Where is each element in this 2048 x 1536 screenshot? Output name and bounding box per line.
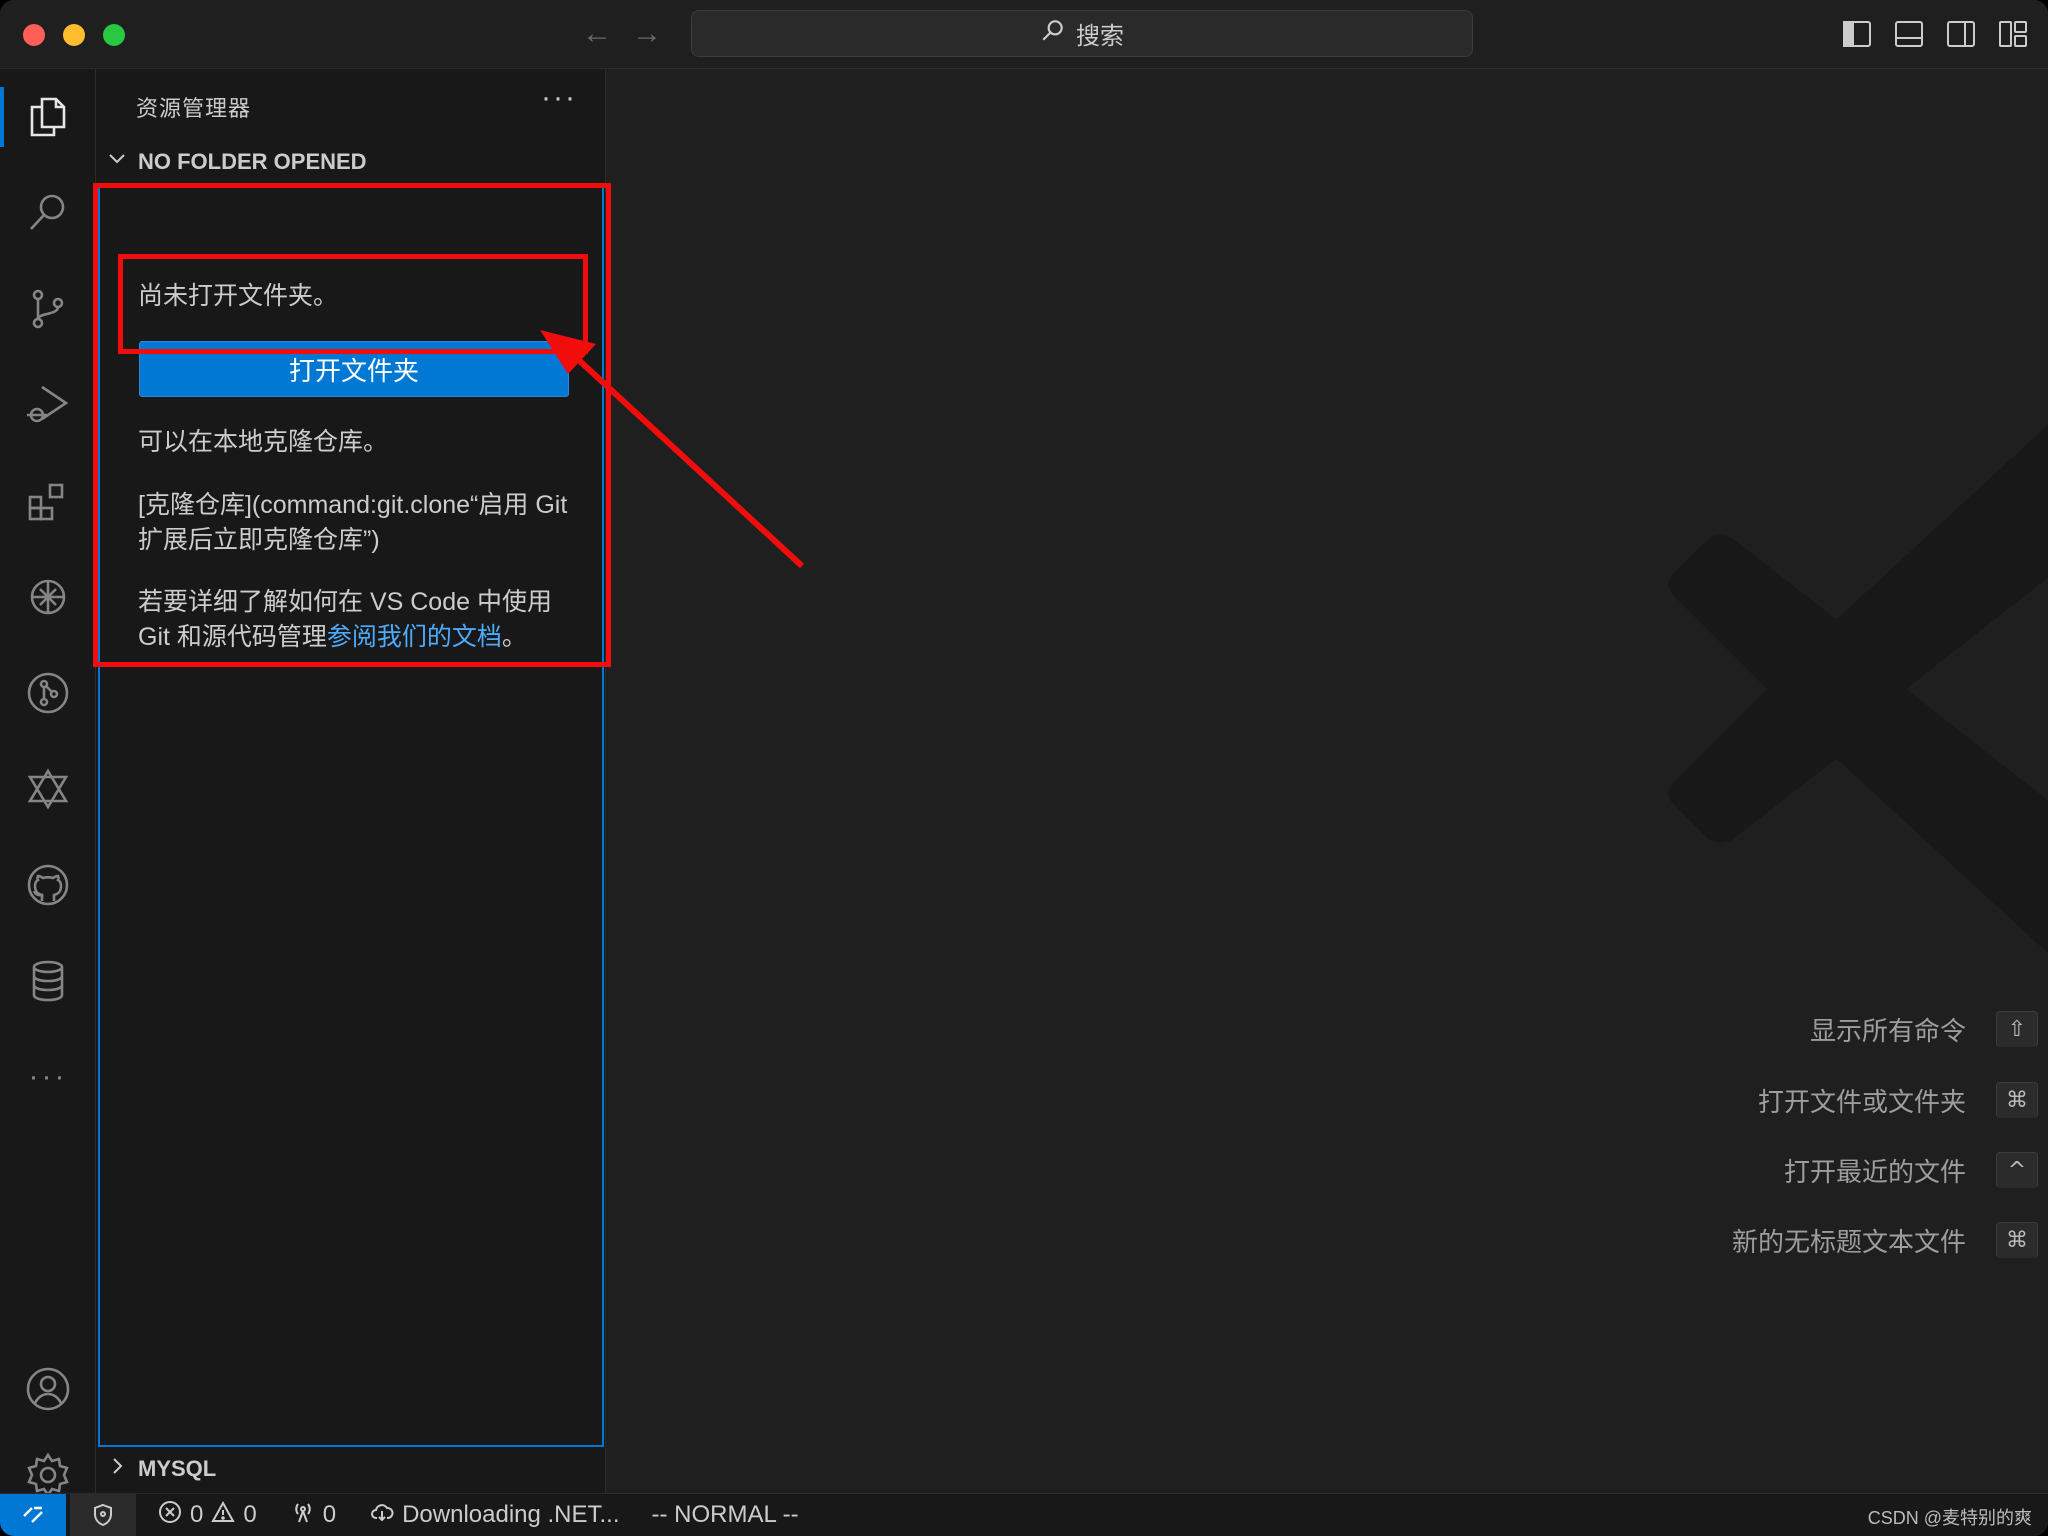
control-key: ^: [1996, 1152, 2038, 1188]
sidebar-title: 资源管理器: [136, 96, 252, 121]
editor-area: 显示所有命令 ⇧ ⌘ P 打开文件或文件夹 ⌘ O 打开最近的文件 ^ R: [606, 69, 2048, 1493]
mysql-section-title: MYSQL: [138, 1456, 217, 1481]
minimize-window-button[interactable]: [63, 24, 85, 46]
cloud-download-icon: [370, 1500, 394, 1531]
customize-layout-icon[interactable]: [1998, 20, 2028, 48]
error-count: 0: [190, 1501, 204, 1528]
security-shield-icon[interactable]: [70, 1493, 136, 1536]
github-icon[interactable]: [0, 845, 96, 925]
git-graph-icon[interactable]: [0, 653, 96, 733]
shortcut-keys: ⌘ N: [1996, 1222, 2048, 1258]
toggle-primary-sidebar-icon[interactable]: [1842, 20, 1872, 48]
more-views-icon[interactable]: ···: [0, 1037, 96, 1117]
vim-mode: -- NORMAL --: [651, 1501, 799, 1528]
activity-bar: ···: [0, 69, 96, 1498]
source-control-icon[interactable]: [0, 269, 96, 349]
shortcut-keys: ⌘ O: [1996, 1082, 2048, 1118]
shortcut-keys: ^ R: [1996, 1152, 2048, 1188]
shortcut-label: 新的无标题文本文件: [1731, 1226, 1966, 1257]
no-folder-section-header[interactable]: NO FOLDER OPENED: [106, 147, 367, 177]
command-key: ⌘: [1996, 1222, 2038, 1258]
chevron-right-icon: [106, 1455, 128, 1483]
ports-count: 0: [322, 1501, 337, 1528]
broadcast-icon: [291, 1500, 315, 1531]
download-status[interactable]: Downloading .NET...: [370, 1494, 620, 1536]
layout-controls: [1842, 20, 2028, 48]
section-title: NO FOLDER OPENED: [138, 149, 367, 174]
toggle-panel-icon[interactable]: [1894, 20, 1924, 48]
chevron-down-icon: [106, 148, 128, 176]
vscode-window: ← → 搜索 ··· 资源管理器 ··· NO FOLDER OPENED 尚未…: [0, 0, 2048, 1536]
warning-icon: [211, 1500, 236, 1531]
shift-key: ⇧: [1996, 1011, 2038, 1047]
explorer-icon[interactable]: [0, 77, 96, 157]
annotation-button-highlight: [118, 254, 588, 354]
forward-arrow-icon[interactable]: →: [632, 16, 662, 52]
codeium-icon[interactable]: [0, 749, 96, 829]
download-label: Downloading .NET...: [402, 1501, 620, 1528]
back-arrow-icon[interactable]: ←: [582, 16, 612, 52]
title-bar: ← → 搜索: [0, 0, 2048, 69]
remote-indicator[interactable]: [0, 1493, 66, 1536]
shortcut-label: 打开文件或文件夹: [1757, 1086, 1966, 1117]
command-key: ⌘: [1996, 1082, 2038, 1118]
toggle-secondary-sidebar-icon[interactable]: [1946, 20, 1976, 48]
mysql-section-header[interactable]: MYSQL: [106, 1455, 216, 1483]
csdn-watermark: CSDN @麦特别的爽: [1867, 1508, 2032, 1528]
search-icon: [1040, 17, 1066, 50]
shortcut-label: 显示所有命令: [1809, 1015, 1966, 1046]
shortcut-keys: ⇧ ⌘ P: [1996, 1011, 2048, 1047]
sidebar-more-actions[interactable]: ···: [541, 81, 577, 115]
ports-indicator[interactable]: 0: [291, 1494, 336, 1536]
warning-count: 0: [243, 1501, 257, 1528]
shortcut-label: 打开最近的文件: [1783, 1156, 1966, 1187]
vscode-logo-watermark: [1668, 424, 2048, 954]
status-bar: 0 0 0 Downloading .NET... -- NORMAL -- C…: [0, 1493, 2048, 1536]
close-window-button[interactable]: [23, 24, 45, 46]
account-icon[interactable]: [0, 1349, 96, 1429]
database-icon[interactable]: [0, 941, 96, 1021]
search-icon[interactable]: [0, 173, 96, 253]
chatgpt-icon[interactable]: [0, 557, 96, 637]
command-center-search[interactable]: 搜索: [691, 10, 1473, 57]
search-label: 搜索: [1076, 23, 1124, 50]
error-icon: [158, 1500, 182, 1531]
maximize-window-button[interactable]: [103, 24, 125, 46]
run-debug-icon[interactable]: [0, 365, 96, 445]
problems-indicator[interactable]: 0 0: [158, 1494, 257, 1536]
extensions-icon[interactable]: [0, 461, 96, 541]
